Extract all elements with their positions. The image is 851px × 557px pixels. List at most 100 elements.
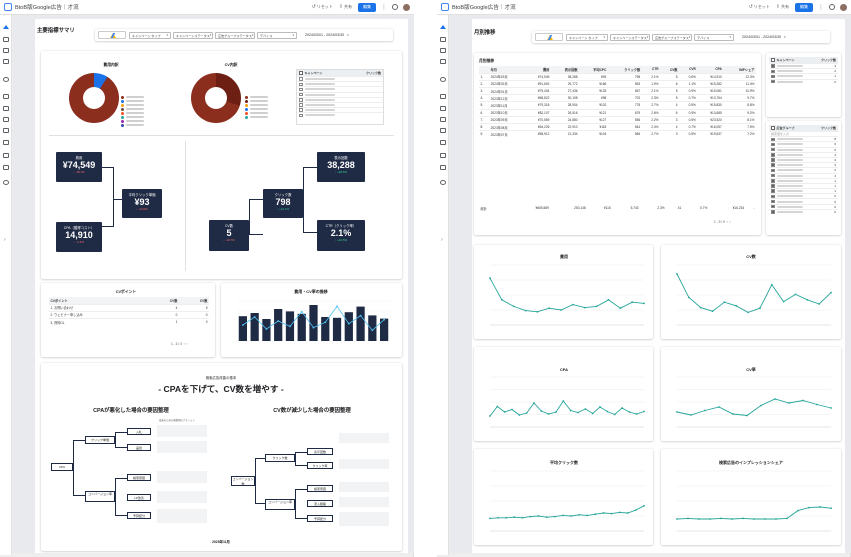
data-point[interactable] <box>626 512 629 514</box>
table-row[interactable]: 4. 2023年12月 ¥68,822 30,108 ¥98 702 2.3% 5 0.7% ¥1… <box>479 94 756 102</box>
clock-icon[interactable] <box>440 77 446 82</box>
data-point[interactable] <box>819 506 821 508</box>
select-all-checkbox[interactable] <box>299 71 303 75</box>
share-button[interactable]: ⇪ 共有 <box>776 4 789 10</box>
table-row[interactable]: 9. 2023年07月 ¥58,912 21,334 ¥104 566 2.7% 3 0.5% ¥… <box>479 130 756 138</box>
data-point[interactable] <box>759 307 761 310</box>
data-point[interactable] <box>788 402 790 404</box>
table-row[interactable]: 2. 2024年02月 ¥91,692 29,772 ¥166 553 1.9% 6 1.1% ¥… <box>479 79 756 88</box>
data-point[interactable] <box>359 314 362 317</box>
data-point[interactable] <box>586 514 589 517</box>
data-point[interactable] <box>643 302 645 305</box>
col-header[interactable] <box>479 66 490 74</box>
col-header[interactable]: クリック数 <box>607 66 642 74</box>
table-row[interactable]: 0 <box>769 78 838 84</box>
col-header[interactable]: 表示回数 <box>550 66 580 74</box>
col-header[interactable]: IMPシェア <box>723 66 756 74</box>
page-icon[interactable] <box>3 106 9 111</box>
data-point[interactable] <box>621 407 623 409</box>
col-header[interactable]: CV数 <box>660 66 679 74</box>
data-point[interactable] <box>496 405 499 408</box>
data-point[interactable] <box>548 307 551 310</box>
data-point[interactable] <box>676 411 678 413</box>
data-point[interactable] <box>277 320 280 322</box>
data-point[interactable] <box>595 305 598 308</box>
col-header[interactable]: CV数 <box>178 297 209 305</box>
data-point[interactable] <box>764 518 766 520</box>
avatar[interactable] <box>840 3 847 11</box>
page-icon[interactable] <box>440 153 446 158</box>
device-filter[interactable]: デバイス ▾ <box>257 31 297 39</box>
data-point[interactable] <box>687 517 689 520</box>
data-point[interactable] <box>383 318 386 321</box>
data-point[interactable] <box>830 291 832 294</box>
bar[interactable] <box>356 306 365 341</box>
data-point[interactable] <box>687 296 690 299</box>
data-point[interactable] <box>631 301 634 304</box>
data-point[interactable] <box>830 507 832 510</box>
data-point[interactable] <box>265 328 268 330</box>
data-point[interactable] <box>676 273 678 275</box>
data-point[interactable] <box>583 306 586 309</box>
data-point[interactable] <box>698 518 700 520</box>
data-point[interactable] <box>746 414 748 417</box>
data-point[interactable] <box>518 414 521 416</box>
cv-donut-chart[interactable] <box>191 73 241 123</box>
table-row[interactable]: 3. 資料DL 1 0 <box>49 317 209 326</box>
data-point[interactable] <box>709 518 711 520</box>
cv-line-chart[interactable] <box>665 261 837 337</box>
bar[interactable] <box>274 309 283 341</box>
data-point[interactable] <box>618 511 621 514</box>
data-point[interactable] <box>643 504 645 507</box>
data-point[interactable] <box>711 310 714 313</box>
col-header[interactable]: CVR <box>679 66 698 74</box>
date-range-picker[interactable]: 2024/03/01 - 2024/03/30 ▾ <box>742 35 786 39</box>
table-row[interactable]: 0 <box>769 208 838 214</box>
select-all-checkbox[interactable] <box>771 126 775 130</box>
table-pager[interactable]: 1 - 3 / 3 ‹ › <box>171 342 187 346</box>
campaign-type-filter[interactable]: キャンペーン タイプ ▾ <box>129 31 171 39</box>
col-header[interactable]: CVポイント <box>49 297 149 305</box>
data-point[interactable] <box>560 309 562 311</box>
data-point[interactable] <box>806 298 809 301</box>
data-point[interactable] <box>312 326 315 329</box>
table-pager[interactable]: 1 - 9 / 9 ‹ › <box>714 220 730 224</box>
page-icon[interactable] <box>3 37 9 42</box>
adgroup-status-filter[interactable]: 広告グループステータス ▾ <box>215 31 255 39</box>
data-point[interactable] <box>511 408 513 411</box>
col-header[interactable]: CTR <box>641 66 661 74</box>
data-point[interactable] <box>505 516 508 519</box>
adgroup-status-filter[interactable]: 広告グループステータス ▾ <box>652 33 692 41</box>
data-point[interactable] <box>241 324 244 326</box>
data-point[interactable] <box>774 398 776 400</box>
data-point[interactable] <box>786 517 788 520</box>
table-icon[interactable] <box>3 128 9 133</box>
data-point[interactable] <box>489 277 491 280</box>
data-point[interactable] <box>497 516 500 519</box>
data-point[interactable] <box>584 408 587 410</box>
data-point[interactable] <box>808 506 810 509</box>
data-point[interactable] <box>529 515 532 518</box>
data-point[interactable] <box>569 409 572 412</box>
cpc-line-chart[interactable] <box>478 467 650 543</box>
bar[interactable] <box>238 316 248 341</box>
data-point[interactable] <box>545 516 548 519</box>
data-point[interactable] <box>503 411 506 413</box>
cost-line-chart[interactable] <box>478 261 650 337</box>
data-point[interactable] <box>324 321 327 324</box>
help-icon[interactable] <box>829 4 835 10</box>
data-point[interactable] <box>540 410 543 412</box>
data-point[interactable] <box>553 515 556 518</box>
col-header[interactable]: 平均CPC <box>579 66 608 74</box>
data-point[interactable] <box>775 518 777 520</box>
data-point[interactable] <box>521 516 524 519</box>
data-point[interactable] <box>613 413 616 416</box>
data-point[interactable] <box>802 399 804 402</box>
data-point[interactable] <box>513 516 516 519</box>
data-point[interactable] <box>347 322 350 325</box>
more-menu-icon[interactable]: ⋮ <box>381 4 387 11</box>
table-row[interactable]: 7. 2023年09月 ¥70,559 24,880 ¥127 556 2.2% 3 0.5% ¥… <box>479 115 756 124</box>
cost-donut-chart[interactable] <box>69 73 119 123</box>
data-point[interactable] <box>524 309 527 312</box>
page-icon[interactable] <box>3 117 9 122</box>
